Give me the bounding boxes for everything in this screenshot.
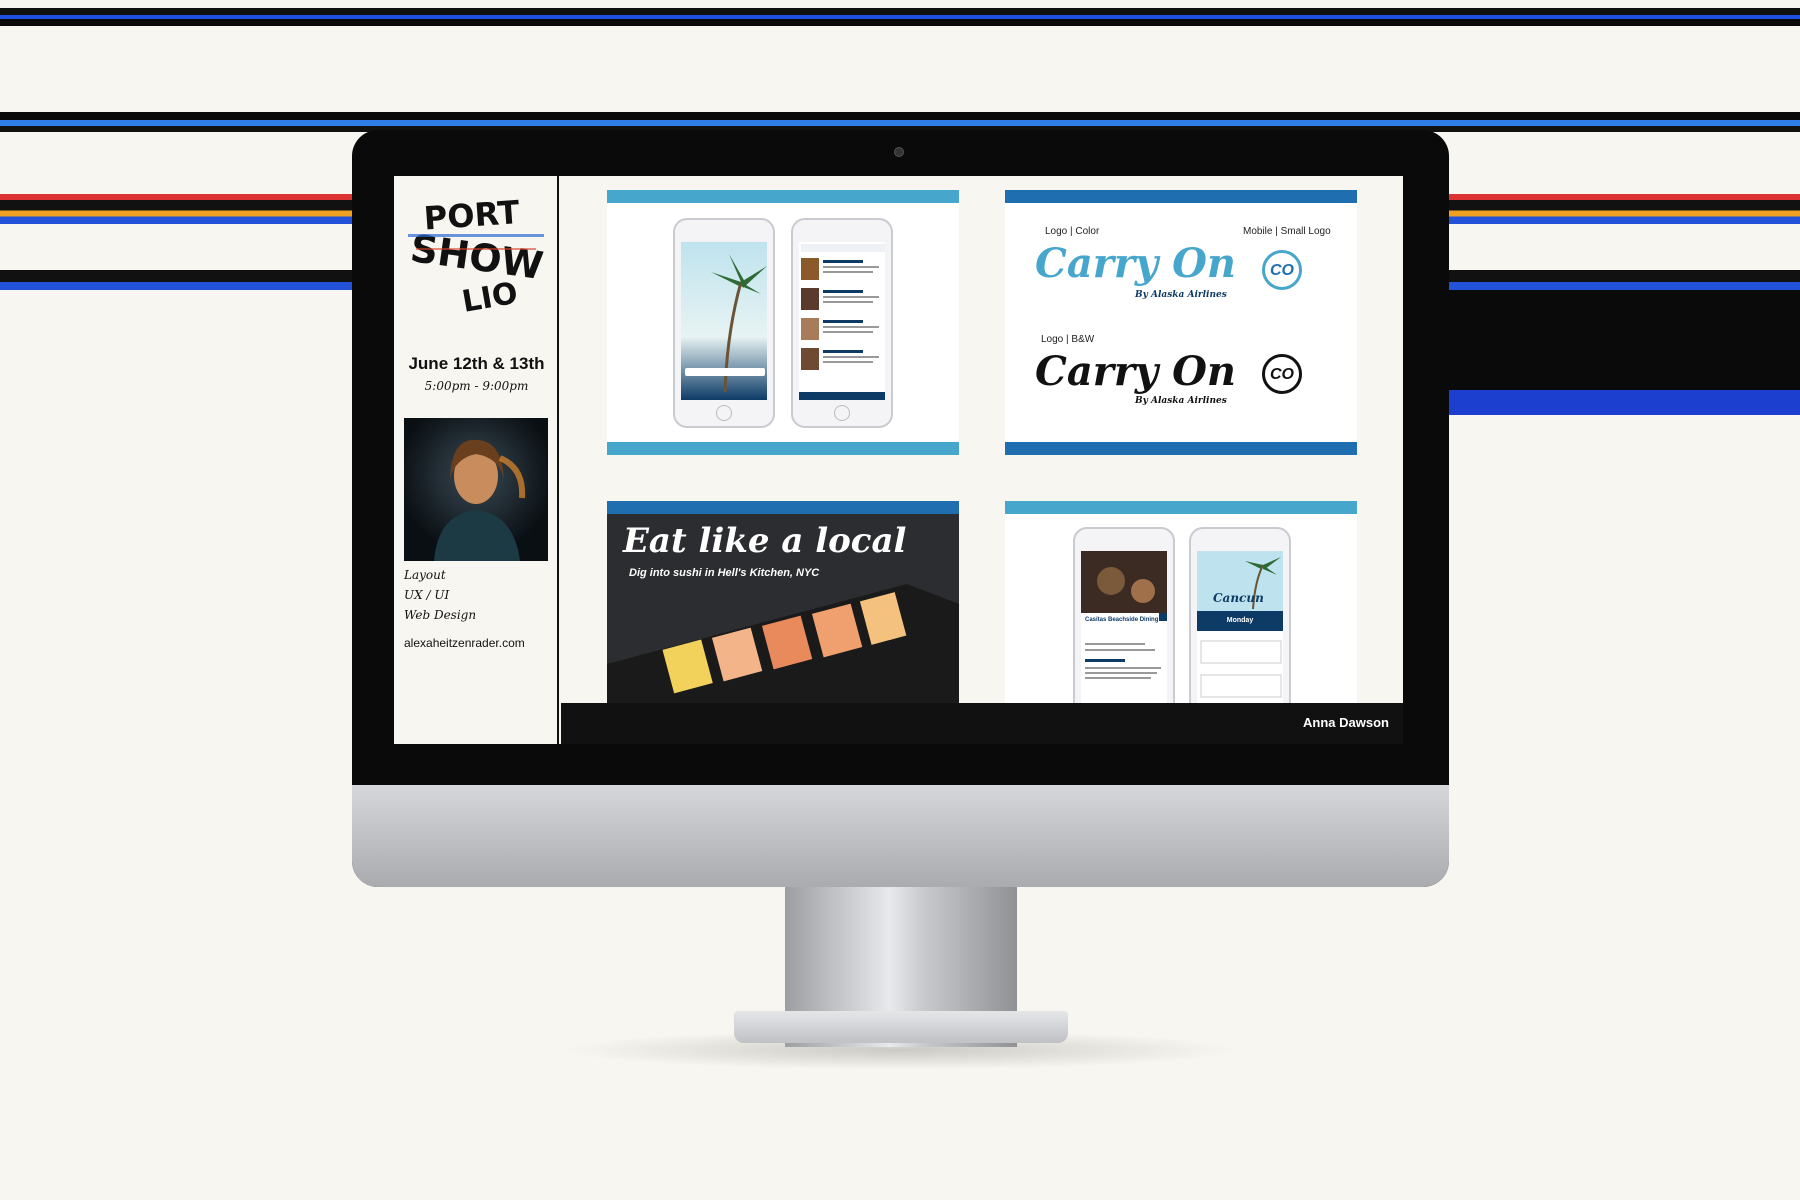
portshowlio-logo: PORT SHOW LIO	[408, 193, 546, 318]
eat-local-headline: Eat like a local	[623, 521, 907, 561]
cancun-list-item: Casitas Beachside Dining	[1085, 617, 1159, 623]
event-date: June 12th & 13th	[408, 354, 545, 373]
project-card-travel-app[interactable]	[607, 190, 959, 455]
project-card-carry-on[interactable]: Logo | Color Mobile | Small Logo Carry O…	[1005, 190, 1357, 455]
brand-logo-color: Carry On	[1035, 240, 1236, 287]
card-top-bar	[1005, 190, 1357, 203]
eat-local-subline: Dig into sushi in Hell's Kitchen, NYC	[629, 567, 820, 579]
footer-bar: Anna Dawson	[561, 703, 1403, 744]
glitch-stripe	[0, 112, 1800, 132]
sidebar: PORT SHOW LIO June 12th & 13th 5:00pm - …	[394, 176, 559, 744]
monitor-stand-base	[734, 1011, 1068, 1043]
small-logo-color: CO	[1262, 250, 1302, 290]
skill-web-design: Web Design	[404, 608, 477, 622]
brand-sub-bw: By Alaska Airlines	[1135, 396, 1227, 406]
skill-ux-ui: UX / UI	[404, 588, 450, 602]
imac-monitor: PORT SHOW LIO June 12th & 13th 5:00pm - …	[352, 130, 1449, 887]
portrait-photo	[404, 418, 548, 561]
card-bottom-bar	[1005, 442, 1357, 455]
card-top-bar	[607, 190, 959, 203]
cancun-title: Cancun	[1213, 591, 1264, 605]
cancun-day-label: Monday	[1226, 617, 1254, 624]
logo-text-lio: LIO	[459, 276, 520, 318]
project-card-eat-local[interactable]: Eat like a local Dig into sushi in Hell'…	[607, 501, 959, 703]
logo-bw-label: Logo | B&W	[1041, 334, 1095, 345]
card-bottom-bar	[607, 442, 959, 455]
skill-layout: Layout	[404, 568, 446, 582]
brand-logo-bw: Carry On	[1035, 348, 1236, 395]
student-name: Anna Dawson	[1303, 715, 1389, 730]
website-screen: PORT SHOW LIO June 12th & 13th 5:00pm - …	[394, 176, 1403, 744]
event-time: 5:00pm - 9:00pm	[424, 379, 529, 393]
card-top-bar	[1005, 501, 1357, 514]
brand-sub-color: By Alaska Airlines	[1135, 290, 1227, 300]
phone-mockup	[673, 218, 775, 428]
website-link[interactable]: alexaheitzenrader.com	[404, 636, 525, 650]
small-logo-bw: CO	[1262, 354, 1302, 394]
phone-mockup: Cancun Monday	[1189, 527, 1291, 703]
webcam-icon	[894, 147, 904, 157]
phone-mockup	[791, 218, 893, 428]
logo-color-label: Logo | Color	[1045, 226, 1100, 237]
card-top-bar	[607, 501, 959, 514]
phone-mockup: Casitas Beachside Dining	[1073, 527, 1175, 703]
mobile-logo-label: Mobile | Small Logo	[1243, 226, 1331, 237]
home-button-icon	[834, 405, 850, 421]
project-card-cancun-app[interactable]: Casitas Beachside Dining Cancun Monday	[1005, 501, 1357, 703]
monitor-chin	[352, 785, 1449, 887]
portfolio-mockup-scene: { "sidebar": { "logo_lines": ["PORT", "S…	[0, 0, 1800, 1200]
portfolio-grid: Logo | Color Mobile | Small Logo Carry O…	[561, 176, 1403, 703]
glitch-stripe	[0, 8, 1800, 26]
home-button-icon	[716, 405, 732, 421]
